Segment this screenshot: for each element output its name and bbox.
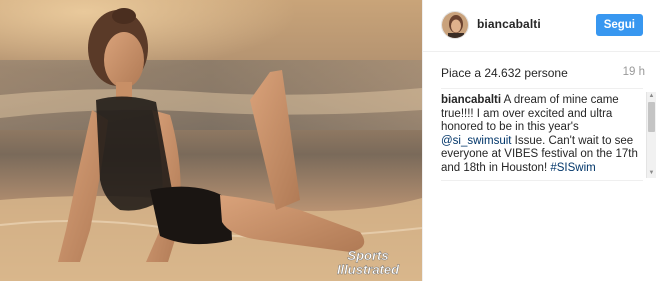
divider <box>441 88 643 89</box>
divider <box>441 180 643 181</box>
instagram-post: Sports Illustrated biancabalti Segui Pia… <box>0 0 660 281</box>
logo-icon: Sports Illustrated <box>337 248 401 277</box>
caption-mention-link[interactable]: @si_swimsuit <box>441 135 511 147</box>
avatar[interactable] <box>441 11 469 39</box>
svg-text:Illustrated: Illustrated <box>337 262 400 277</box>
likes-row: Piace a 24.632 persone 19 h <box>441 66 645 82</box>
post-photo[interactable]: Sports Illustrated <box>0 0 422 281</box>
post-timestamp[interactable]: 19 h <box>623 66 645 78</box>
caption-container: biancabalti A dream of mine came true!!!… <box>441 94 649 178</box>
sports-illustrated-logo: Sports Illustrated <box>320 247 416 277</box>
post-header: biancabalti Segui <box>423 0 660 52</box>
post-sidebar: biancabalti Segui Piace a 24.632 persone… <box>422 0 660 281</box>
scrollbar-thumb[interactable] <box>648 102 655 132</box>
scroll-down-arrow-icon[interactable]: ▼ <box>647 169 656 178</box>
follow-button[interactable]: Segui <box>595 14 643 36</box>
caption-username[interactable]: biancabalti <box>441 94 501 106</box>
beach-photo <box>0 0 422 281</box>
post-caption: biancabalti A dream of mine came true!!!… <box>441 94 647 175</box>
caption-hashtag-link[interactable]: #SISwim <box>550 162 595 174</box>
svg-text:Sports: Sports <box>347 248 388 263</box>
scroll-up-arrow-icon[interactable]: ▲ <box>647 92 656 101</box>
likes-count[interactable]: Piace a 24.632 persone <box>441 66 568 80</box>
avatar-image <box>442 12 468 38</box>
caption-scrollbar[interactable]: ▲ ▼ <box>646 92 656 178</box>
post-username[interactable]: biancabalti <box>477 17 541 31</box>
